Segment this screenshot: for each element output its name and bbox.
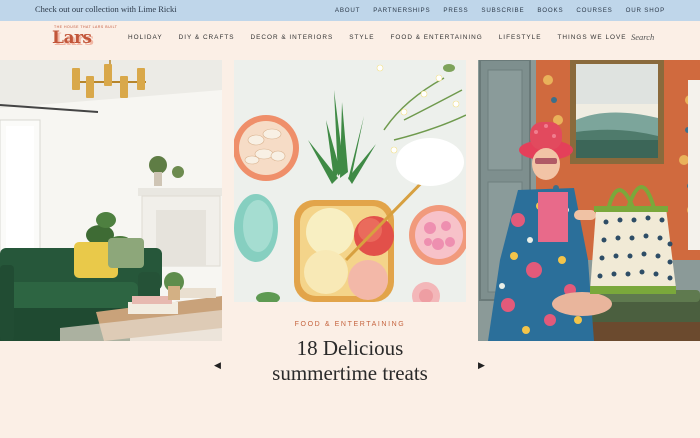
top-link-courses[interactable]: Courses [576,7,612,14]
nav-item-holiday[interactable]: Holiday [128,34,163,41]
top-link-partnerships[interactable]: Partnerships [373,7,430,14]
nav-item-diy-crafts[interactable]: DIY & Crafts [179,34,235,41]
carousel-slide-featured[interactable] [234,60,466,302]
post-title-line-1: 18 Delicious [296,336,404,360]
carousel-slide-living-room[interactable] [0,60,222,341]
site-logo[interactable]: THE HOUSE THAT LARS BUILT Lars Lars [50,25,117,55]
promo-text[interactable]: Check out our collection with Lime Ricki [35,4,177,14]
logo-wordmark: Lars [52,28,92,48]
top-links: About Partnerships Press Subscribe Books… [335,0,665,21]
carousel-next-arrow-icon[interactable]: ▶ [478,360,485,371]
nav-item-decor-interiors[interactable]: Decor & Interiors [251,34,334,41]
living-room-image [0,60,222,341]
nav-item-food-entertaining[interactable]: Food & Entertaining [390,34,482,41]
top-link-subscribe[interactable]: Subscribe [481,7,524,14]
summertime-treats-image [234,60,466,302]
nav-item-style[interactable]: Style [349,34,374,41]
post-category[interactable]: Food & Entertaining [234,321,466,328]
lime-ricki-collection-image [478,60,700,341]
top-link-press[interactable]: Press [443,7,468,14]
nav-item-things-we-love[interactable]: Things We Love [557,34,626,41]
search-link[interactable]: Search [631,32,654,42]
main-nav: Holiday DIY & Crafts Decor & Interiors S… [128,21,627,54]
site-header: THE HOUSE THAT LARS BUILT Lars Lars Holi… [0,21,700,60]
top-link-our-shop[interactable]: Our Shop [626,7,665,14]
post-title-line-2: summertime treats [272,361,428,385]
carousel-slide-woman-tote[interactable] [478,60,700,341]
top-link-about[interactable]: About [335,7,360,14]
top-bar: Check out our collection with Lime Ricki… [0,0,700,21]
nav-item-lifestyle[interactable]: Lifestyle [499,34,542,41]
carousel-prev-arrow-icon[interactable]: ◀ [214,360,221,371]
post-title[interactable]: 18 Delicious summertime treats [234,336,466,386]
top-link-books[interactable]: Books [537,7,563,14]
